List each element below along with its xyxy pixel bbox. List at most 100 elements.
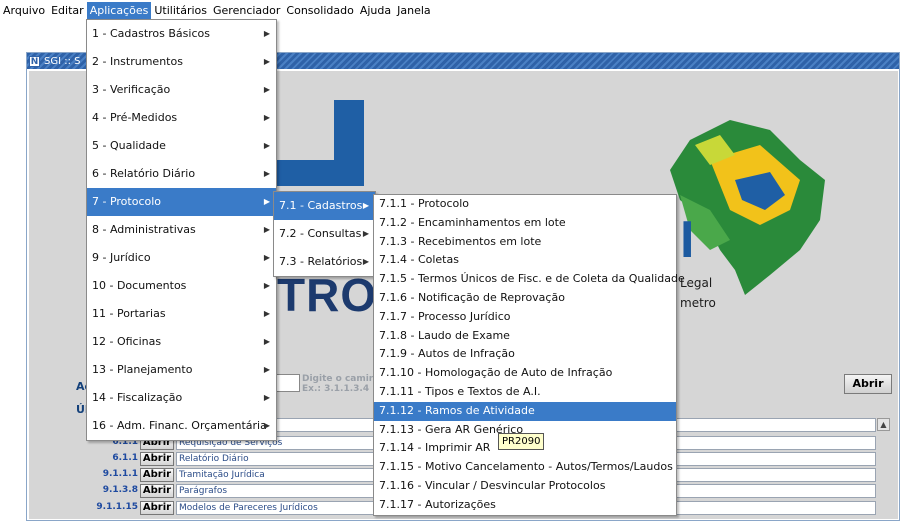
menu-item-7-1-3-recebimentos-em-lote[interactable]: 7.1.3 - Recebimentos em lote bbox=[374, 233, 676, 252]
row-open-button[interactable]: Abrir bbox=[140, 501, 174, 515]
menu-item-label: 7.1.8 - Laudo de Exame bbox=[379, 328, 510, 342]
menu-item-13-planejamento[interactable]: 13 - Planejamento ▶ bbox=[87, 356, 276, 384]
menubar-consolidado[interactable]: Consolidado bbox=[283, 2, 356, 20]
menu-item-label: 7.1.11 - Tipos e Textos de A.I. bbox=[379, 384, 541, 398]
row-open-button[interactable]: Abrir bbox=[140, 452, 174, 466]
menu-item-7-protocolo[interactable]: 7 - Protocolo ▶ bbox=[87, 188, 276, 216]
menu-item-10-documentos[interactable]: 10 - Documentos ▶ bbox=[87, 272, 276, 300]
submenu-arrow-icon: ▶ bbox=[263, 225, 270, 234]
menu-item-7-1-1-protocolo[interactable]: 7.1.1 - Protocolo bbox=[374, 195, 676, 214]
menu-aplicacoes: 1 - Cadastros Básicos ▶ 2 - Instrumentos ▶ 3… bbox=[86, 19, 277, 441]
row-code: 6.1.1 bbox=[112, 453, 138, 463]
menu-item-12-oficinas[interactable]: 12 - Oficinas ▶ bbox=[87, 328, 276, 356]
submenu-arrow-icon: ▶ bbox=[263, 309, 270, 318]
menubar-janela[interactable]: Janela bbox=[394, 2, 434, 20]
submenu-arrow-icon: ▶ bbox=[263, 421, 270, 430]
window-title: SGI :: S bbox=[44, 55, 81, 67]
menu-item-5-qualidade[interactable]: 5 - Qualidade ▶ bbox=[87, 132, 276, 160]
menu-item-label: 7.1.3 - Recebimentos em lote bbox=[379, 234, 542, 248]
menu-item-7-1-8-laudo-de-exame[interactable]: 7.1.8 - Laudo de Exame bbox=[374, 327, 676, 346]
row-code: 9.1.1.1 bbox=[102, 469, 138, 479]
menu-item-label: 8 - Administrativas bbox=[92, 223, 196, 236]
submenu-arrow-icon: ▶ bbox=[362, 229, 369, 238]
row-open-button[interactable]: Abrir bbox=[140, 484, 174, 498]
menu-item-7-1-12-ramos-de-atividade[interactable]: 7.1.12 - Ramos de Atividade bbox=[374, 401, 676, 421]
menu-item-7-1-cadastros[interactable]: 7.1 - Cadastros ▶ bbox=[274, 192, 375, 220]
menu-item-6-relatorio-diario[interactable]: 6 - Relatório Diário ▶ bbox=[87, 160, 276, 188]
menubar-editar[interactable]: Editar bbox=[48, 2, 87, 20]
menu-item-7-1-11-tipos-e-textos-de-a-i[interactable]: 7.1.11 - Tipos e Textos de A.I. bbox=[374, 383, 676, 402]
submenu-arrow-icon: ▶ bbox=[263, 337, 270, 346]
menubar-aplicacoes[interactable]: Aplicações bbox=[86, 2, 152, 20]
row-code: 9.1.1.15 bbox=[96, 502, 138, 512]
menu-item-7-1-17-autorizacoes[interactable]: 7.1.17 - Autorizações bbox=[374, 496, 676, 515]
menu-item-label: 7.1.17 - Autorizações bbox=[379, 497, 496, 511]
menubar-gerenciador[interactable]: Gerenciador bbox=[210, 2, 283, 20]
menu-item-label: 16 - Adm. Financ. Orçamentária bbox=[92, 419, 267, 432]
menu-item-label: 7.1.7 - Processo Jurídico bbox=[379, 309, 511, 323]
menu-item-9-juridico[interactable]: 9 - Jurídico ▶ bbox=[87, 244, 276, 272]
submenu-arrow-icon: ▶ bbox=[362, 201, 369, 210]
menu-item-11-portarias[interactable]: 11 - Portarias ▶ bbox=[87, 300, 276, 328]
inmetro-logo-block bbox=[274, 100, 364, 186]
menu-item-label: 7 - Protocolo bbox=[92, 195, 162, 208]
row-code: 9.1.3.8 bbox=[102, 485, 138, 495]
menu-item-label: 12 - Oficinas bbox=[92, 335, 162, 348]
menu-item-label: 2 - Instrumentos bbox=[92, 55, 183, 68]
menubar-arquivo[interactable]: Arquivo bbox=[0, 2, 48, 20]
menu-item-label: 11 - Portarias bbox=[92, 307, 166, 320]
menu-item-label: 6 - Relatório Diário bbox=[92, 167, 196, 180]
open-button[interactable]: Abrir bbox=[844, 374, 892, 394]
menu-item-label: 4 - Pré-Medidos bbox=[92, 111, 178, 124]
menu-item-label: 7.2 - Consultas bbox=[279, 227, 362, 240]
menu-item-8-administrativas[interactable]: 8 - Administrativas ▶ bbox=[87, 216, 276, 244]
menu-item-7-1-6-notificacao-de-reprovacao[interactable]: 7.1.6 - Notificação de Reprovação bbox=[374, 289, 676, 308]
path-input[interactable] bbox=[276, 374, 300, 392]
menu-item-label: 14 - Fiscalização bbox=[92, 391, 183, 404]
menu-item-7-1-15-motivo-cancelamento-autos-termos-laudos[interactable]: 7.1.15 - Motivo Cancelamento - Autos/Ter… bbox=[374, 458, 676, 477]
menu-item-3-verificacao[interactable]: 3 - Verificação ▶ bbox=[87, 76, 276, 104]
menu-item-7-1-9-autos-de-infracao[interactable]: 7.1.9 - Autos de Infração bbox=[374, 345, 676, 364]
menu-item-label: 9 - Jurídico bbox=[92, 251, 151, 264]
row-open-button[interactable]: Abrir bbox=[140, 468, 174, 482]
submenu-arrow-icon: ▶ bbox=[263, 29, 270, 38]
menu-protocolo: 7.1 - Cadastros ▶ 7.2 - Consultas ▶ 7.3 - Re… bbox=[273, 191, 376, 277]
menu-item-label: 10 - Documentos bbox=[92, 279, 187, 292]
scroll-up-icon[interactable]: ▲ bbox=[877, 418, 890, 431]
menu-item-label: 5 - Qualidade bbox=[92, 139, 166, 152]
menu-item-16-adm-financ-orcamentaria[interactable]: 16 - Adm. Financ. Orçamentária ▶ bbox=[87, 412, 276, 440]
menu-item-7-3-relatorios[interactable]: 7.3 - Relatórios ▶ bbox=[274, 248, 375, 276]
submenu-arrow-icon: ▶ bbox=[263, 57, 270, 66]
menu-cadastros: 7.1.1 - Protocolo 7.1.2 - Encaminhamentos… bbox=[373, 194, 685, 516]
menu-item-label: 1 - Cadastros Básicos bbox=[92, 27, 210, 40]
menu-item-2-instrumentos[interactable]: 2 - Instrumentos ▶ bbox=[87, 48, 276, 76]
menu-item-7-1-2-encaminhamentos-em-lote[interactable]: 7.1.2 - Encaminhamentos em lote bbox=[374, 214, 676, 233]
menubar-ajuda[interactable]: Ajuda bbox=[357, 2, 394, 20]
menu-item-label: 7.1.10 - Homologação de Auto de Infração bbox=[379, 366, 613, 380]
menu-item-label: 13 - Planejamento bbox=[92, 363, 193, 376]
submenu-arrow-icon: ▶ bbox=[263, 85, 270, 94]
menu-item-7-2-consultas[interactable]: 7.2 - Consultas ▶ bbox=[274, 220, 375, 248]
menu-item-label: 7.1.5 - Termos Únicos de Fisc. e de Cole… bbox=[379, 272, 685, 286]
submenu-arrow-icon: ▶ bbox=[263, 393, 270, 402]
menubar-utilitarios[interactable]: Utilitários bbox=[151, 2, 210, 20]
submenu-arrow-icon: ▶ bbox=[362, 257, 369, 266]
menu-item-7-1-7-processo-juridico[interactable]: 7.1.7 - Processo Jurídico bbox=[374, 308, 676, 327]
menu-item-label: 7.1.1 - Protocolo bbox=[379, 197, 470, 210]
menu-item-7-1-10-homologacao-de-auto-de-infracao[interactable]: 7.1.10 - Homologação de Auto de Infração bbox=[374, 364, 676, 383]
menu-item-label: 7.1.16 - Vincular / Desvincular Protocol… bbox=[379, 478, 606, 492]
menu-item-7-1-5-termos-unicos-de-fisc-e-de-coleta-da-qualidade[interactable]: 7.1.5 - Termos Únicos de Fisc. e de Cole… bbox=[374, 270, 685, 289]
menu-item-label: 7.1.6 - Notificação de Reprovação bbox=[379, 290, 565, 304]
menu-item-7-1-4-coletas[interactable]: 7.1.4 - Coletas bbox=[374, 251, 676, 270]
submenu-arrow-icon: ▶ bbox=[263, 141, 270, 150]
menu-item-14-fiscalizacao[interactable]: 14 - Fiscalização ▶ bbox=[87, 384, 276, 412]
menu-item-label: 7.1.2 - Encaminhamentos em lote bbox=[379, 215, 566, 229]
menu-item-label: 7.1.12 - Ramos de Atividade bbox=[379, 403, 535, 417]
menu-item-4-pre-medidos[interactable]: 4 - Pré-Medidos ▶ bbox=[87, 104, 276, 132]
menu-item-label: 7.1.14 - Imprimir AR bbox=[379, 441, 491, 455]
submenu-arrow-icon: ▶ bbox=[263, 197, 270, 206]
menu-item-1-cadastros-basicos[interactable]: 1 - Cadastros Básicos ▶ bbox=[87, 20, 276, 48]
path-hint: Digite o camir Ex.: 3.1.1.3.4 bbox=[302, 374, 374, 394]
menu-item-label: 7.3 - Relatórios bbox=[279, 255, 363, 268]
menu-item-7-1-16-vincular-desvincular-protocolos[interactable]: 7.1.16 - Vincular / Desvincular Protocol… bbox=[374, 477, 676, 496]
